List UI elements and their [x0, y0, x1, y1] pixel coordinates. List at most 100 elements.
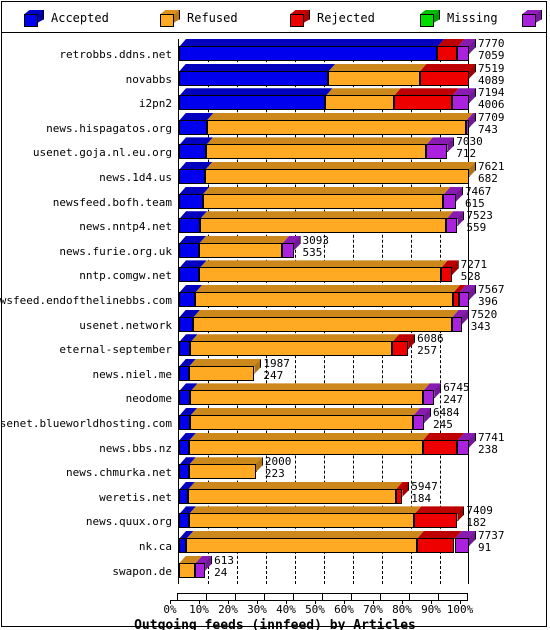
- cube-icon: [420, 9, 440, 27]
- y-axis-label: retrobbs.ddns.net: [59, 48, 172, 61]
- cube-icon: [24, 9, 44, 27]
- chart-legend: Accepted Refused Rejected Missing Spooled: [2, 2, 550, 33]
- bar-segment-spooled: [195, 562, 206, 578]
- bar-segment-refused: [190, 415, 413, 430]
- y-axis-label: i2pn2: [138, 97, 172, 111]
- bar-segment-rejected: [416, 538, 455, 553]
- x-axis: 0% 10% 20% 30% 40% 50% 60% 70% 80% 90% 100% Outgoi…: [0, 589, 550, 630]
- y-axis-label: neodome: [125, 392, 172, 406]
- bar-value-total: 7520: [470, 307, 498, 321]
- bar-row: [179, 39, 476, 61]
- bar-value-total: 1987: [263, 356, 290, 370]
- y-axis-label: usenet.blueworldhosting.com: [0, 417, 172, 430]
- legend-label: Accepted: [51, 11, 109, 25]
- cube-icon: [160, 9, 180, 27]
- bar-row: [179, 162, 476, 184]
- bar-value-secondary: 247: [263, 368, 284, 382]
- bar-segment-rejected: [419, 70, 469, 86]
- y-axis-label: eternal-september: [59, 343, 172, 357]
- bar-value-total: 7467: [464, 184, 492, 198]
- y-axis-label: weretis.net: [99, 490, 172, 504]
- bar-segment-refused: [179, 562, 196, 578]
- bar-value-secondary: 396: [478, 295, 498, 308]
- bar-value-secondary: 743: [478, 122, 498, 136]
- bar-row: [179, 211, 469, 234]
- x-tick: [409, 593, 410, 601]
- bar-segment-accepted: [179, 218, 200, 234]
- bar-segment-accepted: [179, 488, 188, 504]
- bar-segment-refused: [188, 464, 256, 480]
- y-axis-label: news.nntp4.net: [79, 220, 172, 234]
- bar-segment-accepted: [179, 267, 200, 283]
- x-tick: [235, 593, 236, 601]
- bar-row: [179, 285, 476, 307]
- y-axis-label: newsfeed.bofh.team: [52, 195, 172, 209]
- bar-segment-accepted: [179, 365, 189, 381]
- bar-segment-refused: [186, 538, 417, 553]
- y-axis-label: news.1d4.us: [99, 171, 172, 184]
- bar-segment-accepted: [179, 316, 194, 332]
- bar-segment-spooled: [457, 439, 469, 455]
- bar-row: [179, 383, 469, 406]
- bar-segment-refused: [202, 193, 444, 209]
- cube-icon: [290, 9, 310, 27]
- bar-segment-spooled: [413, 415, 425, 430]
- bar-value-total: 613: [214, 553, 234, 567]
- bar-segment-accepted: [179, 513, 189, 529]
- bar-value-total: 7709: [478, 110, 505, 124]
- y-axis-label: news.chmurka.net: [66, 466, 172, 480]
- bar-segment-refused: [205, 144, 426, 160]
- bar-segment-accepted: [179, 242, 200, 258]
- y-axis-label: usenet.network: [79, 318, 172, 332]
- bar-segment-spooled: [443, 193, 456, 209]
- bar-segment-spooled: [458, 292, 469, 307]
- bar-segment-refused: [205, 169, 469, 184]
- bar-segment-refused: [206, 119, 467, 135]
- bar-value-secondary: 257: [417, 344, 437, 358]
- x-tick: [467, 593, 468, 601]
- x-tick: [264, 593, 265, 601]
- x-tick: [438, 593, 439, 601]
- x-tick: [177, 593, 178, 601]
- y-axis-labels: retrobbs.ddns.net novabbs i2pn2 news.hispag…: [0, 33, 177, 589]
- bar-row: [179, 309, 469, 332]
- legend-item-spooled: Spooled: [522, 8, 550, 28]
- chart-title: Outgoing feeds (innfeed) by Articles: [134, 618, 416, 630]
- bar-segment-rejected: [393, 95, 452, 111]
- bar-segment-spooled: [446, 218, 458, 234]
- bar-segment-rejected: [395, 488, 403, 504]
- bar-segment-refused: [199, 267, 441, 283]
- bar-segment-refused: [199, 242, 283, 258]
- bar-segment-accepted: [179, 95, 326, 111]
- legend-label: Refused: [187, 11, 238, 25]
- bar-segment-accepted: [179, 464, 189, 480]
- bar-value-total: 3093: [302, 233, 330, 247]
- chart-canvas: Accepted Refused Rejected Missing Spooled re…: [0, 0, 550, 630]
- bar-segment-refused: [188, 365, 255, 381]
- y-axis-label: news.quux.org: [85, 515, 172, 529]
- bar-segment-refused: [187, 488, 396, 504]
- bar-segment-refused: [194, 292, 454, 307]
- bar-segment-accepted: [179, 439, 190, 455]
- bar-segment-refused: [193, 316, 452, 332]
- bar-segment-rejected: [414, 513, 458, 529]
- y-axis-label: news.hispagatos.org: [46, 121, 172, 135]
- bar-row: [179, 457, 469, 480]
- bar-row: [179, 137, 469, 160]
- bar-segment-refused: [190, 341, 393, 357]
- bar-segment-accepted: [179, 119, 207, 135]
- legend-label: Missing: [447, 11, 498, 25]
- legend-item-accepted: Accepted: [24, 8, 109, 28]
- bar-row: [179, 531, 476, 553]
- bar-row: [179, 408, 469, 430]
- bar-value-total: 7741: [478, 430, 505, 444]
- bar-segment-rejected: [422, 439, 458, 455]
- bar-segment-refused: [199, 218, 447, 234]
- bar-value-secondary: 24: [214, 565, 228, 579]
- bar-value-secondary: 559: [466, 221, 487, 235]
- bar-segment-refused: [189, 439, 423, 455]
- bar-segment-refused: [325, 95, 394, 111]
- bar-value-secondary: 682: [478, 172, 498, 185]
- bar-value-secondary: 184: [411, 491, 432, 505]
- bar-value-secondary: 528: [460, 270, 481, 284]
